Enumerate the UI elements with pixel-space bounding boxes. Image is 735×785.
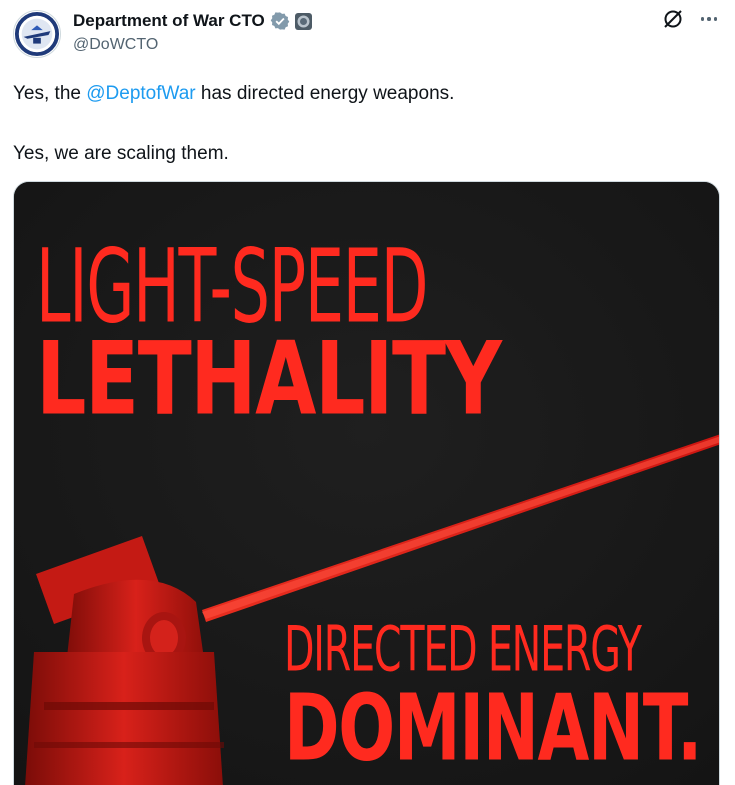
tweet-text-suffix: has directed energy weapons. (195, 83, 455, 104)
department-seal-icon (14, 11, 60, 57)
post-image[interactable]: LIGHT-SPEED LETHALITY DIRECTED ENERGY DO… (13, 181, 720, 785)
author-name[interactable]: Department of War CTO (73, 11, 265, 31)
mention-link[interactable]: @DeptofWar (86, 83, 195, 104)
more-options-icon[interactable] (696, 9, 722, 29)
author-handle[interactable]: @DoWCTO (73, 36, 158, 54)
tweet-text-prefix: Yes, the (13, 83, 87, 104)
headline-directed-energy: DIRECTED ENERGY (284, 612, 642, 686)
affiliation-badge-icon[interactable] (294, 12, 312, 30)
avatar[interactable] (13, 10, 61, 58)
headline-dominant: DOMINANT. (284, 673, 702, 782)
verified-badge-icon[interactable] (270, 11, 290, 31)
author-row: Department of War CTO (73, 10, 312, 32)
tweet-text-line-2: Yes, we are scaling them. (13, 143, 229, 164)
tweet-text-line-1: Yes, the @DeptofWar has directed energy … (13, 82, 713, 106)
grok-icon[interactable] (662, 8, 684, 30)
headline-lethality: LETHALITY (36, 319, 502, 438)
